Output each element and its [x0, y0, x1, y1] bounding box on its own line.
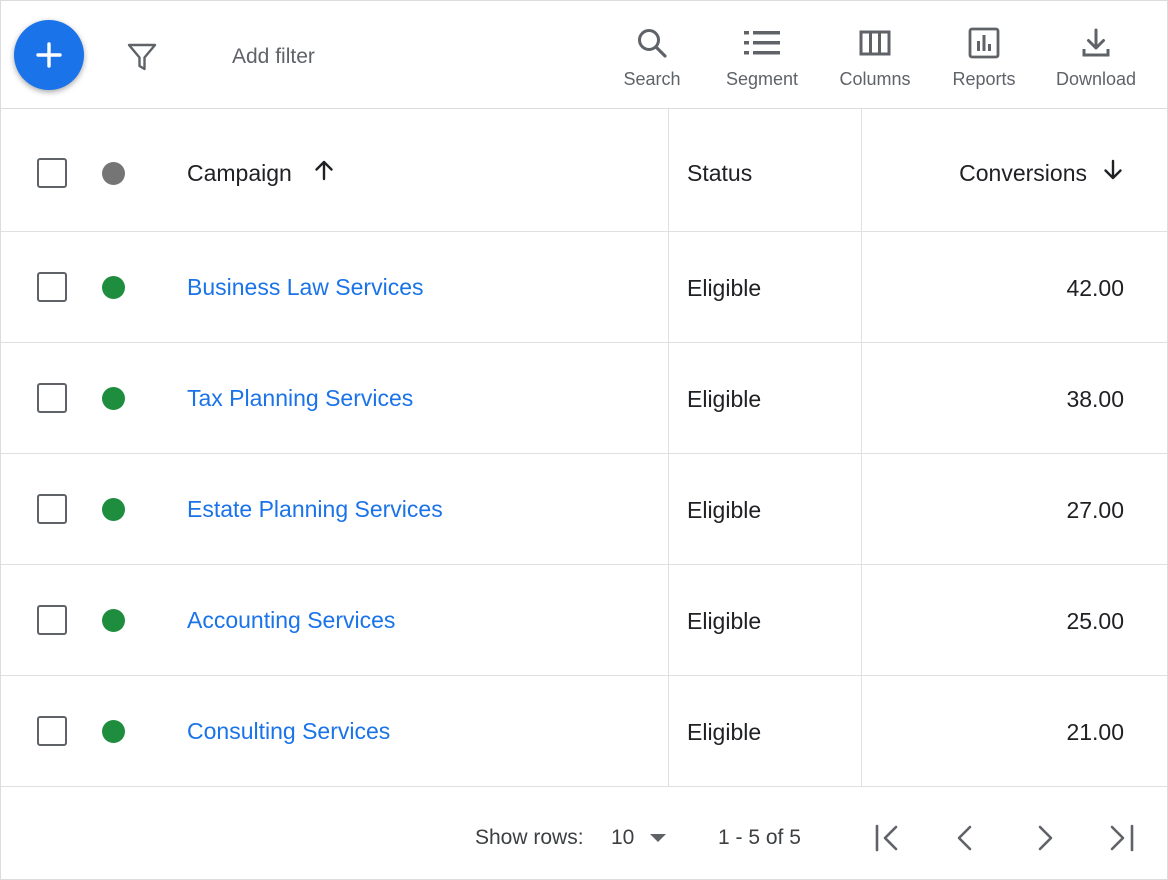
- columns-tool-button[interactable]: Columns: [829, 23, 921, 95]
- columns-icon: [829, 23, 921, 63]
- conversions-cell: 38.00: [1066, 386, 1124, 412]
- arrow-up-icon: [292, 158, 336, 188]
- rows-per-page-select[interactable]: 10: [609, 820, 671, 856]
- status-dot: [102, 498, 125, 521]
- status-cell: Eligible: [687, 608, 762, 634]
- table-row: Accounting Services Eligible 25.00: [1, 565, 1167, 676]
- reports-chart-icon: [941, 23, 1027, 63]
- table-row: Consulting Services Eligible 21.00: [1, 676, 1167, 787]
- add-filter-input[interactable]: Add filter: [232, 45, 315, 69]
- status-column-header[interactable]: Status: [687, 160, 752, 187]
- campaign-link[interactable]: Estate Planning Services: [187, 496, 443, 523]
- rows-per-page-value: 10: [611, 826, 635, 849]
- columns-tool-label: Columns: [839, 69, 911, 89]
- status-cell: Eligible: [687, 497, 762, 523]
- row-checkbox[interactable]: [37, 605, 67, 635]
- select-all-checkbox[interactable]: [37, 158, 67, 188]
- campaigns-table-card: Add filter Search Segment Columns Report…: [0, 0, 1168, 880]
- table-header-row: Campaign Status Conversions: [1, 109, 1167, 232]
- row-checkbox[interactable]: [37, 272, 67, 302]
- filter-button[interactable]: [119, 35, 165, 77]
- previous-page-button[interactable]: [949, 821, 983, 855]
- status-cell: Eligible: [687, 386, 762, 412]
- row-checkbox[interactable]: [37, 383, 67, 413]
- table-row: Business Law Services Eligible 42.00: [1, 232, 1167, 343]
- campaign-header-label: Campaign: [187, 159, 292, 186]
- row-checkbox[interactable]: [37, 494, 67, 524]
- reports-tool-button[interactable]: Reports: [941, 23, 1027, 95]
- status-dot: [102, 387, 125, 410]
- show-rows-label: Show rows:: [475, 826, 584, 849]
- search-icon: [611, 23, 693, 63]
- conversions-cell: 27.00: [1066, 497, 1124, 523]
- status-dot: [102, 609, 125, 632]
- status-cell: Eligible: [687, 275, 762, 301]
- search-tool-button[interactable]: Search: [611, 23, 693, 95]
- search-tool-label: Search: [623, 69, 681, 89]
- chevron-right-icon: [1028, 825, 1062, 859]
- arrow-down-icon: [1087, 158, 1125, 188]
- segment-tool-button[interactable]: Segment: [716, 23, 808, 95]
- conversions-column-header[interactable]: Conversions: [959, 158, 1125, 188]
- campaign-link[interactable]: Consulting Services: [187, 718, 390, 745]
- create-button[interactable]: [14, 20, 84, 90]
- conversions-cell: 21.00: [1066, 719, 1124, 745]
- segment-tool-label: Segment: [725, 69, 799, 89]
- first-page-icon: [871, 824, 905, 859]
- campaign-link[interactable]: Tax Planning Services: [187, 385, 413, 412]
- table-row: Tax Planning Services Eligible 38.00: [1, 343, 1167, 454]
- table-row: Estate Planning Services Eligible 27.00: [1, 454, 1167, 565]
- segment-list-icon: [716, 23, 808, 63]
- conversions-cell: 25.00: [1066, 608, 1124, 634]
- reports-tool-label: Reports: [952, 69, 1016, 89]
- status-dot: [102, 720, 125, 743]
- download-icon: [1046, 23, 1146, 63]
- status-header-dot: [102, 162, 125, 185]
- conversions-header-label: Conversions: [959, 159, 1087, 186]
- campaign-link[interactable]: Accounting Services: [187, 607, 395, 634]
- conversions-cell: 42.00: [1066, 275, 1124, 301]
- download-tool-label: Download: [1055, 69, 1137, 89]
- page-range-label: 1 - 5 of 5: [718, 826, 801, 849]
- last-page-icon: [1106, 824, 1140, 859]
- status-cell: Eligible: [687, 719, 762, 745]
- download-tool-button[interactable]: Download: [1046, 23, 1146, 95]
- last-page-button[interactable]: [1106, 821, 1140, 855]
- campaign-column-header[interactable]: Campaign: [187, 158, 336, 188]
- first-page-button[interactable]: [871, 821, 905, 855]
- pagination-bar: Show rows: 10 1 - 5 of 5: [1, 787, 1167, 879]
- row-checkbox[interactable]: [37, 716, 67, 746]
- status-dot: [102, 276, 125, 299]
- campaign-link[interactable]: Business Law Services: [187, 274, 424, 301]
- table-toolbar: Add filter Search Segment Columns Report…: [1, 1, 1167, 109]
- next-page-button[interactable]: [1028, 821, 1062, 855]
- chevron-left-icon: [949, 825, 983, 859]
